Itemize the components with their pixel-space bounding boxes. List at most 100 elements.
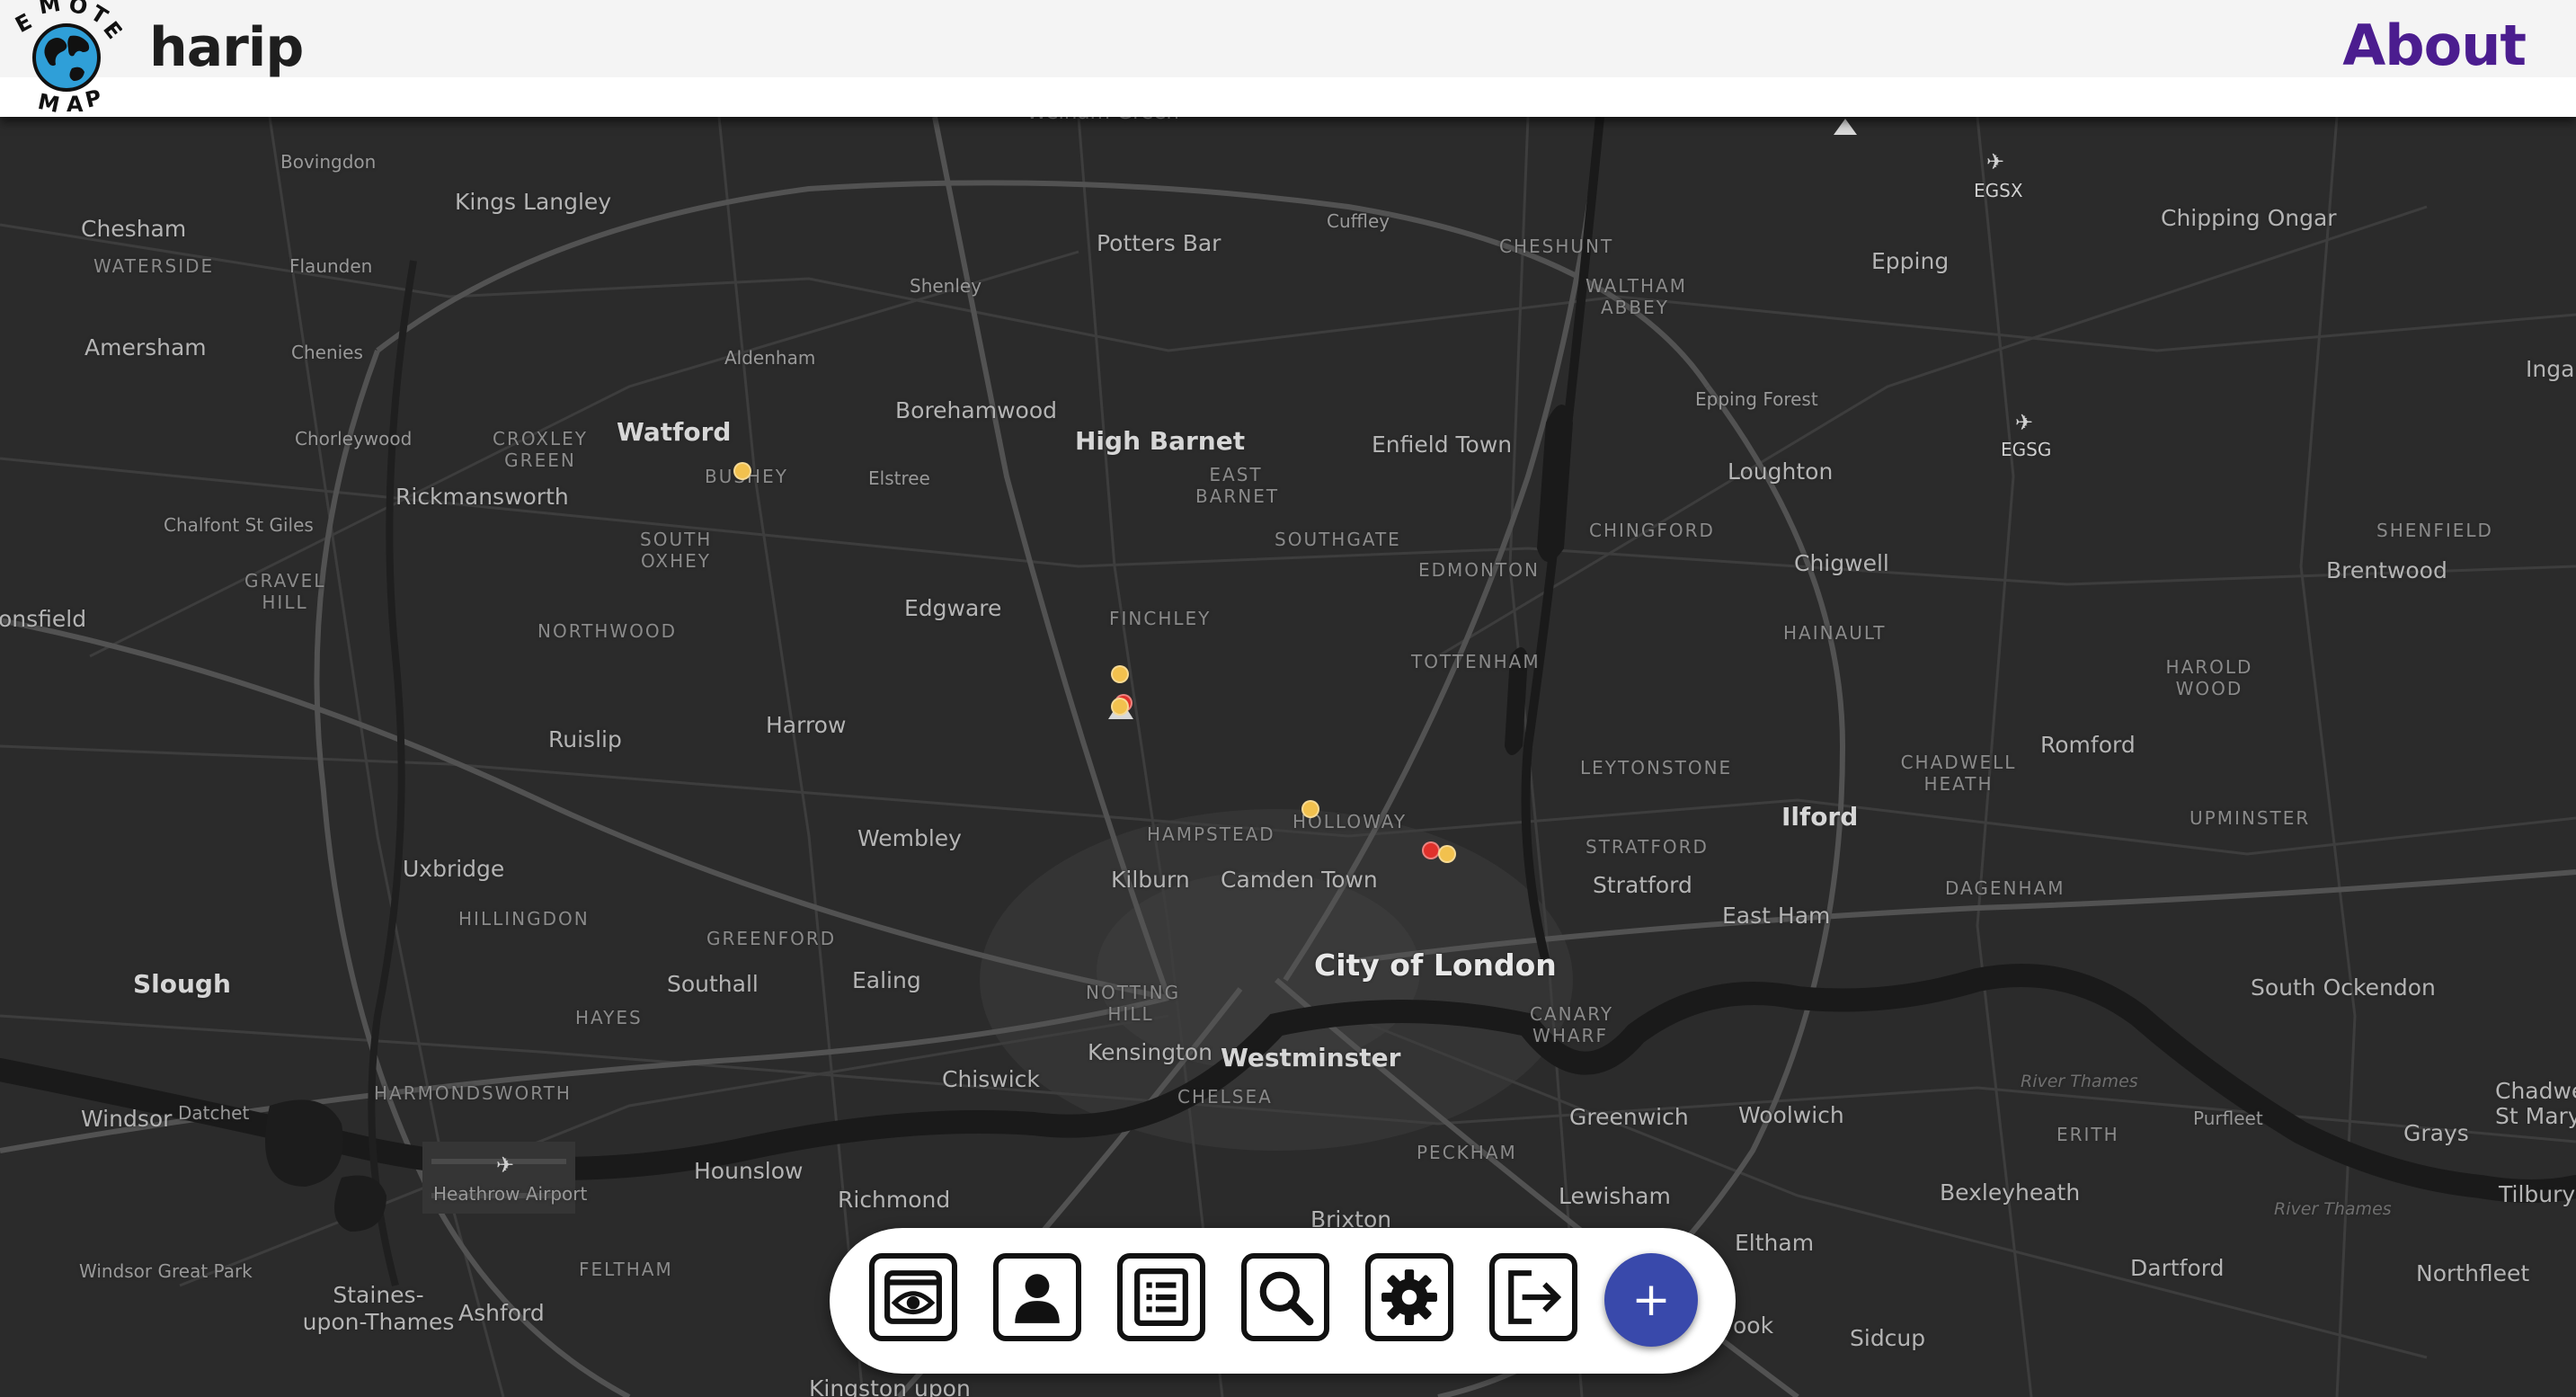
place-label: WATERSIDE — [93, 255, 215, 277]
place-label: Epping Forest — [1695, 388, 1818, 410]
place-label: CROXLEY GREEN — [492, 428, 589, 471]
view-button[interactable] — [869, 1253, 957, 1341]
airport-icon: ✈ — [1986, 149, 2005, 174]
map-base-layer — [0, 117, 2576, 1397]
place-label: Brentwood — [2326, 557, 2447, 583]
place-label: SOUTHGATE — [1275, 529, 1401, 550]
map-canvas[interactable]: Welham Green Bovingdon Kings Langley Che… — [0, 117, 2576, 1397]
place-label: LEYTONSTONE — [1580, 757, 1733, 779]
emote-marker[interactable] — [1438, 845, 1456, 863]
search-button[interactable] — [1241, 1253, 1329, 1341]
place-label: Westminster — [1221, 1043, 1401, 1072]
place-label: Windsor Great Park — [79, 1260, 253, 1282]
place-label: East Ham — [1722, 903, 1831, 929]
place-label: Chadwe St Mary — [2495, 1078, 2576, 1129]
place-label: Potters Bar — [1097, 230, 1221, 256]
place-label: Ealing — [852, 967, 921, 993]
place-label: ERITH — [2056, 1124, 2119, 1145]
river-label: River Thames — [2021, 1072, 2138, 1091]
logout-icon — [1508, 1270, 1562, 1324]
logout-button[interactable] — [1489, 1253, 1577, 1341]
place-label: Purfleet — [2193, 1108, 2263, 1129]
settings-button[interactable] — [1365, 1253, 1453, 1341]
place-label: Eltham — [1735, 1230, 1815, 1256]
place-label: Wembley — [857, 825, 962, 851]
place-label: Bexleyheath — [1940, 1179, 2081, 1206]
place-label: High Barnet — [1075, 426, 1246, 456]
place-label: Woolwich — [1738, 1102, 1844, 1128]
place-label: Kilburn — [1111, 867, 1190, 893]
place-label: CHADWELL HEATH — [1900, 752, 2017, 795]
place-label: Kings Langley — [455, 189, 612, 215]
place-label: Edgware — [904, 595, 1002, 621]
place-label: HARMONDSWORTH — [374, 1082, 572, 1104]
place-label: Dartford — [2130, 1255, 2225, 1281]
emote-marker[interactable] — [1111, 698, 1129, 716]
about-link[interactable]: About — [2342, 13, 2527, 78]
place-label: WALTHAM ABBEY — [1586, 275, 1687, 318]
svg-text:P: P — [83, 85, 104, 112]
place-label: Northfleet — [2416, 1260, 2530, 1286]
place-label: Staines-upon-Thames — [302, 1282, 455, 1335]
place-label: HAMPSTEAD — [1147, 823, 1275, 845]
emote-marker[interactable] — [1301, 800, 1319, 818]
place-label: Elstree — [868, 467, 930, 489]
place-label: Borehamwood — [895, 397, 1057, 423]
place-label: FINCHLEY — [1109, 608, 1212, 629]
place-label: HAYES — [575, 1007, 643, 1028]
place-label: Flaunden — [289, 255, 373, 277]
place-label: South Ockendon — [2251, 974, 2436, 1001]
emote-marker[interactable] — [1111, 665, 1129, 683]
place-label: Lewisham — [1559, 1183, 1671, 1209]
top-bar — [0, 0, 2576, 77]
place-label: Inga — [2526, 356, 2575, 382]
top-bar-strip — [0, 77, 2576, 117]
place-label: Hounslow — [694, 1158, 804, 1184]
place-label: Rickmansworth — [395, 484, 569, 510]
place-label: Epping — [1871, 248, 1950, 274]
place-label: Chiswick — [942, 1066, 1040, 1092]
eye-icon — [884, 1270, 942, 1324]
user-icon — [1015, 1274, 1060, 1323]
list-icon — [1134, 1268, 1188, 1326]
place-label: NORTHWOOD — [537, 620, 678, 642]
place-label: City of London — [1314, 948, 1557, 983]
place-label: NOTTING HILL — [1086, 982, 1181, 1025]
place-label: EAST BARNET — [1195, 464, 1280, 507]
search-icon — [1259, 1271, 1314, 1326]
place-label: Grays — [2403, 1120, 2469, 1146]
place-label: HAINAULT — [1783, 622, 1887, 644]
place-label: Aldenham — [724, 347, 816, 369]
place-label: Enfield Town — [1372, 432, 1513, 458]
emote-marker[interactable] — [1422, 841, 1440, 859]
place-label: Stratford — [1593, 872, 1692, 898]
place-label: Ilford — [1781, 802, 1859, 832]
place-label: GREENFORD — [706, 928, 837, 949]
svg-text:M: M — [36, 89, 62, 113]
place-label: Chorleywood — [295, 428, 413, 449]
bottom-toolbar: + — [830, 1228, 1736, 1374]
place-label: Amersham — [84, 334, 207, 360]
place-label: CANARY WHARF — [1530, 1003, 1614, 1046]
list-button[interactable] — [1117, 1253, 1205, 1341]
place-label: FELTHAM — [579, 1259, 673, 1280]
emote-marker[interactable] — [733, 462, 751, 480]
place-label: Shenley — [910, 275, 982, 297]
emote-map-logo[interactable]: E M O T E M A P — [13, 0, 122, 113]
place-label: Watford — [617, 417, 732, 447]
brand-name: harip — [149, 16, 304, 79]
place-label: Ruislip — [548, 726, 622, 752]
place-label: ook — [1733, 1312, 1774, 1339]
add-emote-button[interactable]: + — [1604, 1253, 1698, 1347]
place-label: Kingston upon — [809, 1375, 971, 1397]
place-label: HAROLD WOOD — [2165, 656, 2253, 699]
place-label: Cuffley — [1327, 210, 1390, 232]
place-label: Datchet — [178, 1102, 250, 1124]
place-label: Chalfont St Giles — [164, 514, 314, 536]
place-label: GRAVEL HILL — [244, 570, 326, 613]
place-label: Tilbury — [2499, 1181, 2576, 1207]
place-label: Kensington — [1088, 1039, 1213, 1065]
svg-text:O: O — [67, 0, 90, 20]
profile-button[interactable] — [993, 1253, 1081, 1341]
place-label: TOTTENHAM — [1411, 651, 1541, 672]
